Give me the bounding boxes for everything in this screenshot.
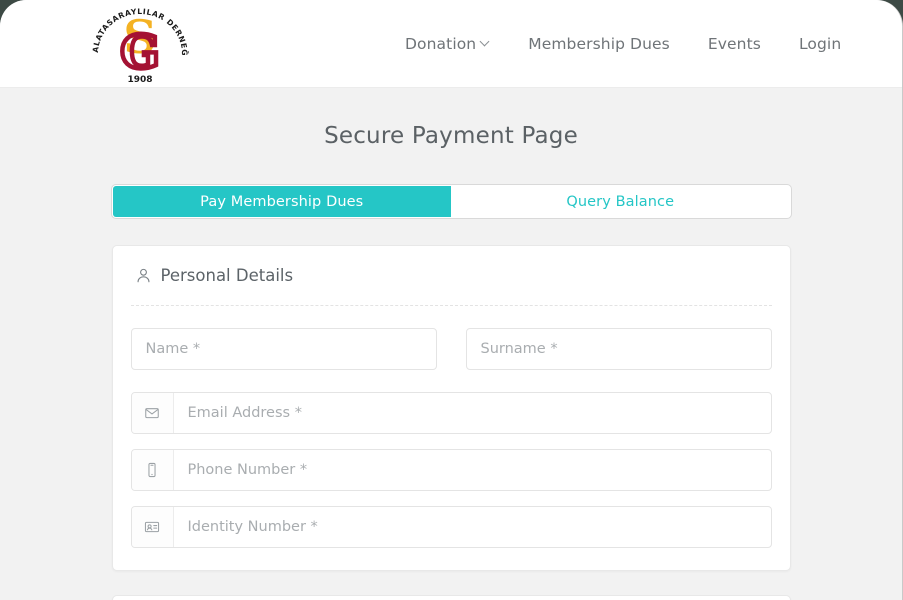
page-title: Secure Payment Page [324, 123, 578, 149]
nav-item-label: Membership Dues [528, 35, 670, 53]
email-input[interactable] [173, 393, 771, 433]
user-icon [134, 266, 153, 285]
tab-query-balance[interactable]: Query Balance [451, 186, 790, 217]
tab-label: Pay Membership Dues [200, 193, 364, 210]
svg-text:1908: 1908 [127, 75, 152, 85]
browser-page-frame: GALATASARAYLILAR DERNEĞİ S G 1908 Donati… [0, 0, 903, 600]
identity-field-group [130, 506, 772, 548]
main-content: Secure Payment Page Pay Membership Dues … [0, 123, 902, 600]
id-card-icon [131, 507, 174, 547]
payment-details-card: Payment Details [111, 595, 791, 600]
tab-label: Query Balance [566, 193, 675, 210]
nav-item-membership-dues[interactable]: Membership Dues [528, 35, 670, 53]
tab-pay-membership-dues[interactable]: Pay Membership Dues [112, 186, 451, 217]
envelope-icon [131, 393, 174, 433]
nav-item-label: Donation [405, 35, 477, 53]
payment-tab-switcher: Pay Membership Dues Query Balance [111, 185, 791, 218]
personal-details-heading: Personal Details [131, 266, 772, 285]
personal-details-card: Personal Details [111, 245, 791, 571]
identity-input[interactable] [173, 507, 771, 547]
surname-input[interactable] [465, 328, 772, 370]
nav-item-donation[interactable]: Donation [405, 35, 490, 53]
nav-item-events[interactable]: Events [708, 35, 761, 53]
phone-field-group [130, 449, 772, 491]
site-header: GALATASARAYLILAR DERNEĞİ S G 1908 Donati… [0, 0, 902, 88]
main-navigation: Donation Membership Dues Events Login [405, 0, 841, 88]
galatasaraylilar-dernegi-logo[interactable]: GALATASARAYLILAR DERNEĞİ S G 1908 [83, 0, 194, 86]
name-input[interactable] [130, 328, 437, 370]
nav-item-label: Login [798, 35, 842, 53]
svg-text:G: G [120, 25, 159, 79]
phone-input[interactable] [173, 450, 771, 490]
nav-item-login[interactable]: Login [799, 35, 841, 53]
email-field-group [130, 392, 772, 434]
nav-item-label: Events [707, 35, 761, 53]
section-divider [130, 305, 772, 306]
chevron-down-icon [481, 38, 490, 47]
mobile-phone-icon [131, 450, 174, 490]
name-surname-row [130, 328, 772, 370]
section-title: Personal Details [160, 266, 294, 285]
